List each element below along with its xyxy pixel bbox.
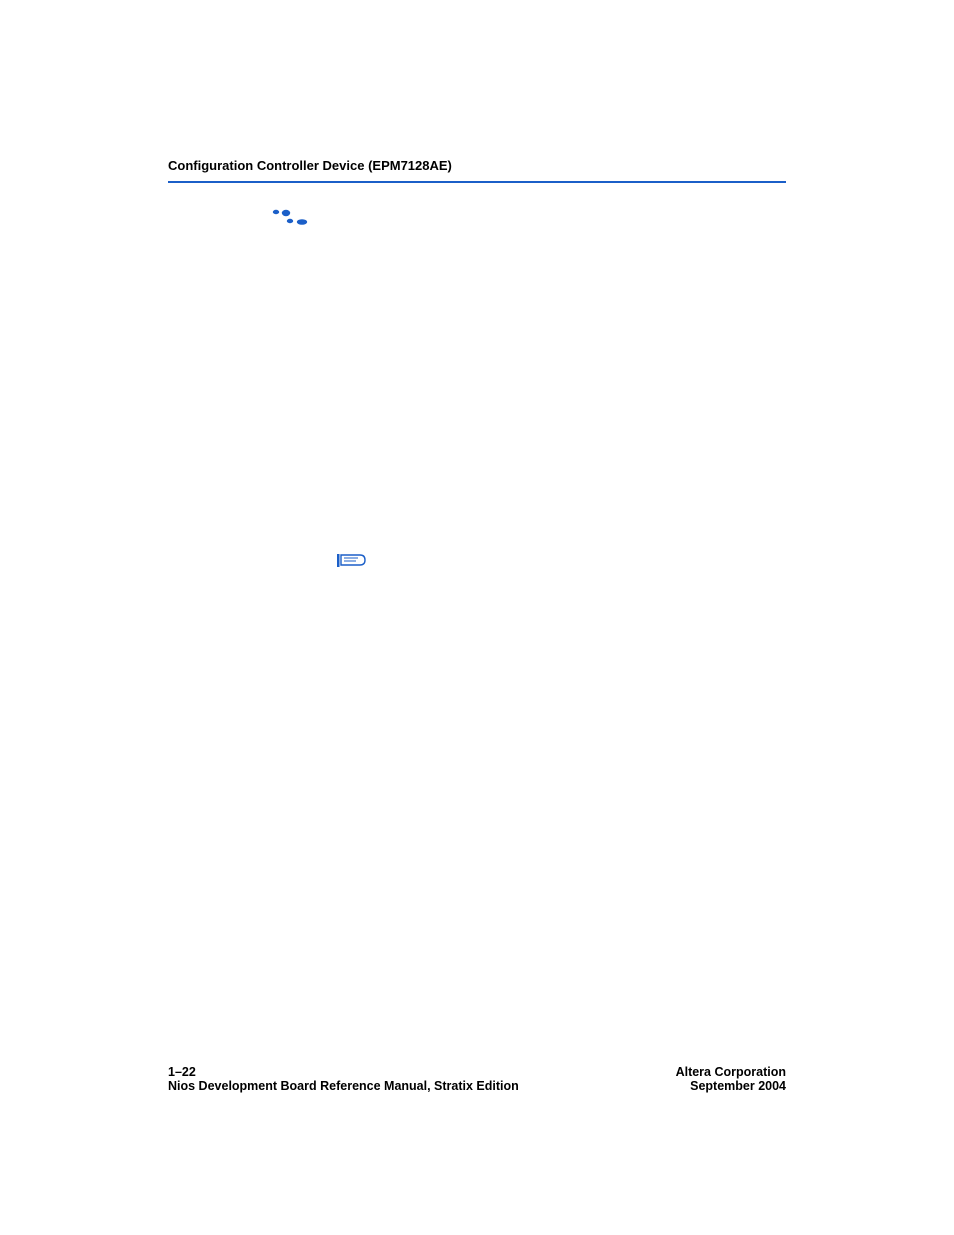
footer-right: Altera Corporation September 2004 <box>676 1065 786 1093</box>
page-footer: 1–22 Nios Development Board Reference Ma… <box>168 1065 786 1093</box>
note-hand-icon <box>336 552 366 570</box>
pointer-hand-icon <box>266 204 312 228</box>
header-rule <box>168 181 786 183</box>
publication-date: September 2004 <box>676 1079 786 1093</box>
running-header-title: Configuration Controller Device (EPM7128… <box>168 158 786 173</box>
document-page: Configuration Controller Device (EPM7128… <box>0 0 954 1235</box>
manual-title: Nios Development Board Reference Manual,… <box>168 1079 519 1093</box>
footer-left: 1–22 Nios Development Board Reference Ma… <box>168 1065 519 1093</box>
page-header: Configuration Controller Device (EPM7128… <box>168 158 786 183</box>
company-name: Altera Corporation <box>676 1065 786 1079</box>
page-number: 1–22 <box>168 1065 519 1079</box>
